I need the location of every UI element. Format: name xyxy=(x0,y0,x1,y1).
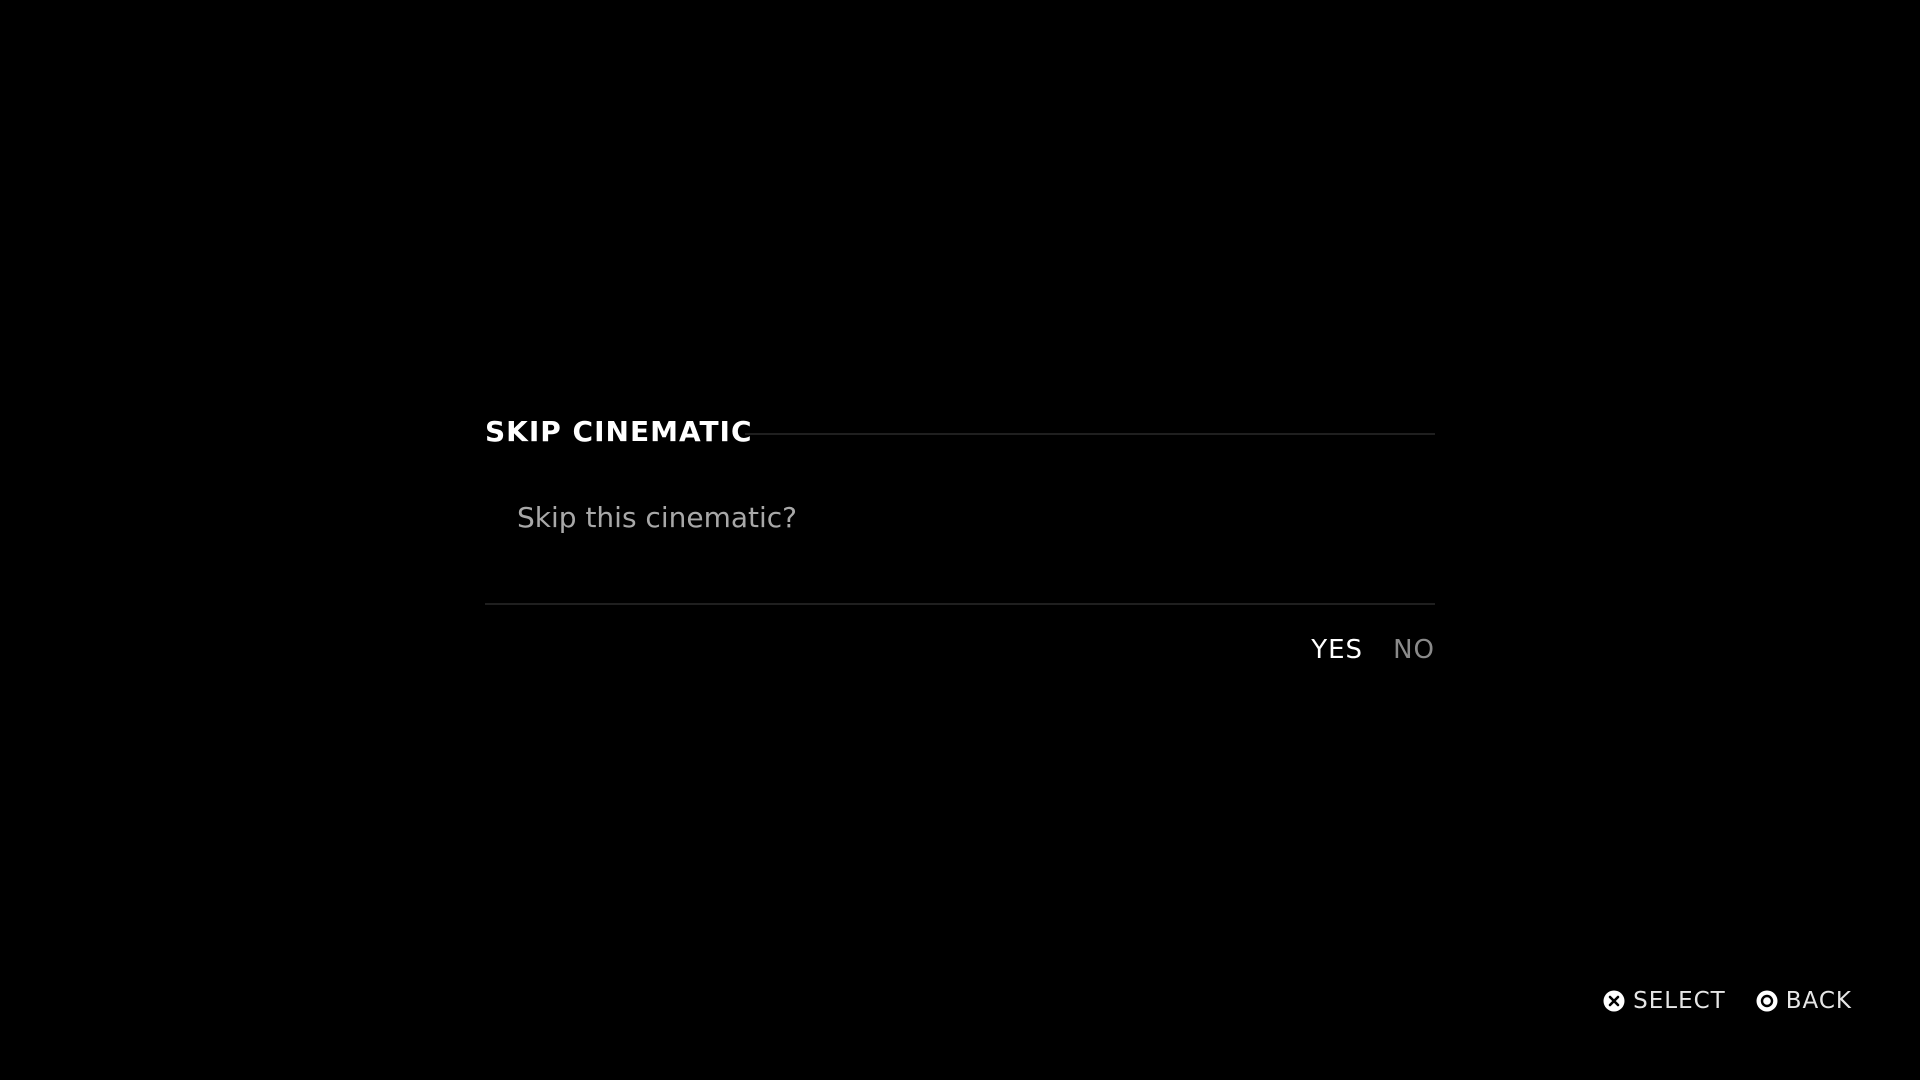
yes-option[interactable]: YES xyxy=(1311,632,1363,668)
select-prompt[interactable]: SELECT xyxy=(1603,986,1726,1016)
back-prompt[interactable]: BACK xyxy=(1756,986,1852,1016)
dialog-header: SKIP CINEMATIC xyxy=(485,414,1435,450)
back-prompt-label: BACK xyxy=(1785,988,1852,1014)
dialog-title: SKIP CINEMATIC xyxy=(485,415,753,448)
dialog-message: Skip this cinematic? xyxy=(517,501,798,534)
circle-button-icon xyxy=(1756,990,1778,1012)
title-divider xyxy=(745,433,1435,435)
select-prompt-label: SELECT xyxy=(1633,988,1726,1014)
no-option[interactable]: NO xyxy=(1393,632,1435,668)
cross-button-icon xyxy=(1603,990,1625,1012)
button-prompts: SELECT BACK xyxy=(1603,984,1852,1018)
skip-cinematic-dialog: SKIP CINEMATIC Skip this cinematic? YES … xyxy=(485,400,1435,680)
body-divider xyxy=(485,603,1435,605)
dialog-options: YES NO xyxy=(1311,632,1435,668)
